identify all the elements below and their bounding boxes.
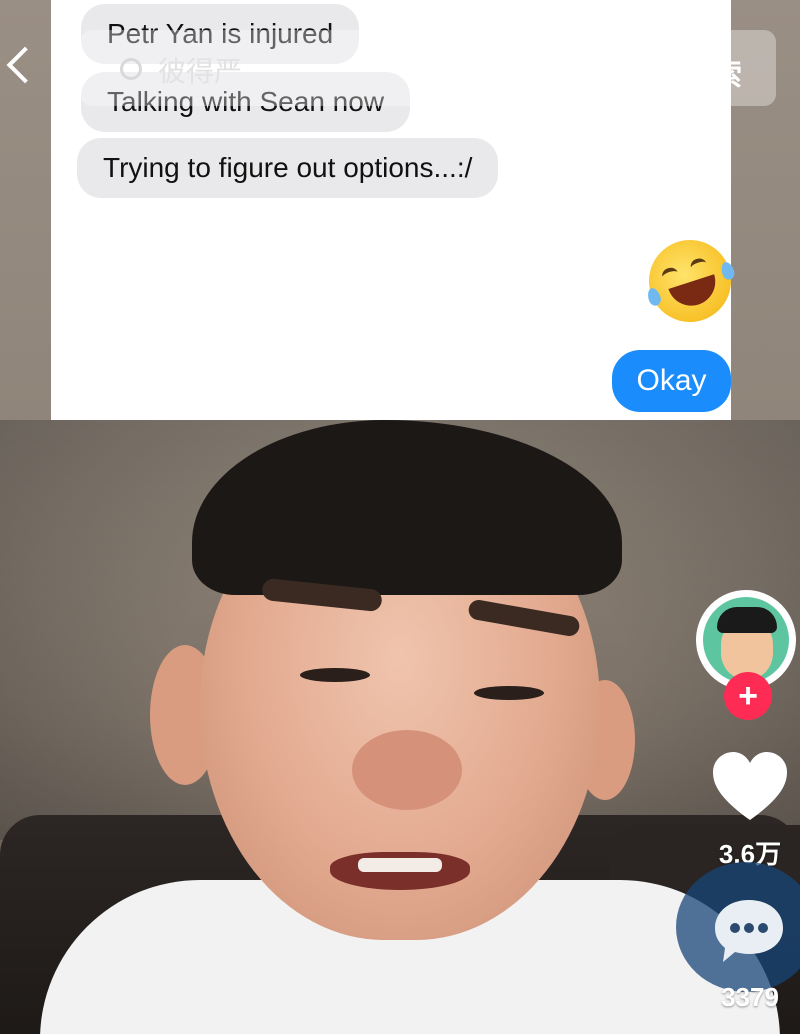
comment-icon[interactable]: [711, 896, 787, 966]
emoji-right-eye: [688, 256, 709, 275]
emoji-left-eye: [660, 265, 680, 284]
emoji-mouth: [668, 274, 722, 312]
received-message-3: Trying to figure out options...:/: [77, 138, 499, 198]
follow-plus-icon[interactable]: +: [724, 672, 772, 720]
emoji-tear-left: [645, 286, 663, 308]
person-nose: [352, 730, 462, 810]
heart-icon[interactable]: [711, 750, 789, 826]
sent-message-bubble: Okay: [612, 350, 731, 412]
search-icon: [120, 58, 142, 80]
person-left-eye: [300, 668, 370, 682]
search-button[interactable]: 搜索: [682, 50, 742, 94]
laughing-emoji-icon: [638, 229, 742, 333]
avatar-hair: [717, 607, 777, 633]
person-right-eye: [474, 686, 544, 700]
search-input[interactable]: 彼得严: [158, 50, 242, 90]
comment-count: 3379: [721, 982, 779, 1012]
person-teeth: [358, 858, 442, 872]
